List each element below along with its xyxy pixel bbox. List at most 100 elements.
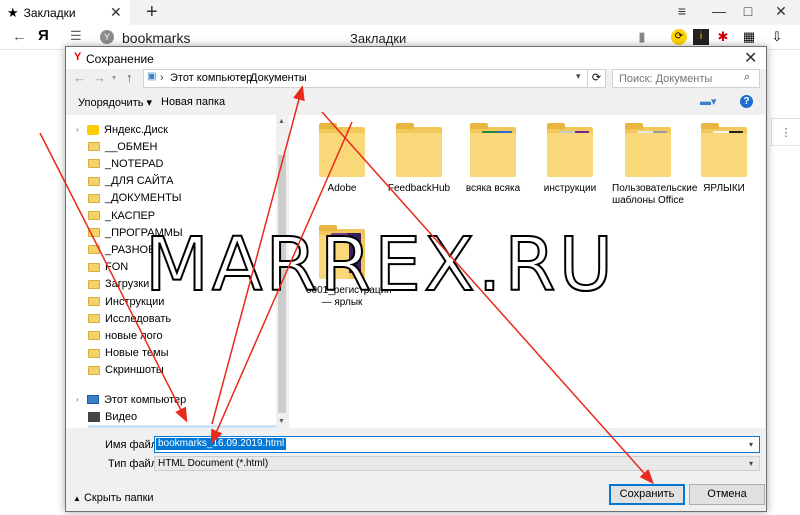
file-item[interactable]: FeedbackHub (383, 123, 455, 195)
search-input[interactable] (612, 69, 760, 88)
file-name: Adobe (327, 183, 357, 194)
page-side-button[interactable]: ⋮ (771, 118, 800, 146)
file-name: Пользовательские шаблоны Office (612, 183, 698, 206)
hide-folders-toggle[interactable]: ▲ Скрыть папки (73, 492, 154, 504)
filetype-select[interactable]: HTML Document (*.html) (154, 456, 760, 471)
tree-item-label: _ДЛЯ САЙТА (105, 175, 174, 188)
tree-item[interactable]: _ДЛЯ САЙТА (88, 173, 276, 190)
browser-tab[interactable]: ★ Закладки ✕ (0, 0, 130, 25)
tree-item[interactable]: › Яндекс.Диск (76, 121, 276, 138)
page-title: Закладки (350, 31, 407, 46)
tree-item[interactable]: Скриншоты (88, 362, 276, 379)
tree-item-label: Видео (105, 410, 138, 423)
computer-icon (87, 395, 99, 404)
folder-icon (88, 176, 100, 186)
chevron-down-icon[interactable]: ▾ (576, 71, 581, 82)
download-icon[interactable]: ⇩ (769, 29, 785, 45)
tree-item[interactable]: › Этот компьютер (76, 391, 276, 408)
folder-icon (88, 228, 100, 238)
tree-item[interactable]: Документы (88, 425, 276, 428)
dialog-close-icon[interactable]: ✕ (744, 48, 757, 68)
tree-item-label: Новые темы (105, 347, 169, 360)
folder-icon (88, 314, 100, 324)
folder-icon (88, 211, 100, 220)
pc-icon: ▣ (147, 71, 157, 82)
scroll-down-icon[interactable]: ▼ (278, 418, 285, 425)
star-icon: ★ (7, 4, 19, 20)
tree-item[interactable]: Исследовать (88, 310, 276, 327)
yandex-logo[interactable]: Я (38, 27, 49, 44)
back-arrow-icon[interactable]: ← (73, 70, 86, 85)
menu-icon[interactable]: ≡ (667, 0, 697, 22)
tab-close-icon[interactable]: ✕ (110, 4, 122, 21)
file-item[interactable]: всяка всяка (457, 123, 529, 195)
maximize-button[interactable]: □ (733, 0, 763, 22)
address-input[interactable]: bookmarks (122, 30, 190, 46)
divider (770, 145, 800, 146)
search-icon[interactable]: ⌕ (744, 71, 750, 84)
downloads-icon[interactable]: ☰ (70, 28, 82, 44)
scroll-up-icon[interactable]: ▲ (278, 118, 285, 125)
file-item[interactable]: инструкции (534, 123, 606, 195)
expand-icon[interactable]: › (76, 125, 84, 134)
organize-menu[interactable]: Упорядочить ▾ (78, 96, 152, 109)
tree-item-label: Яндекс.Диск (104, 123, 168, 136)
breadcrumb-separator: › (240, 72, 244, 84)
tree-item-label: Скриншоты (105, 364, 164, 377)
forward-arrow-icon[interactable]: → (93, 70, 106, 85)
help-icon[interactable]: ? (740, 95, 753, 108)
cloud-disk-icon (87, 124, 99, 135)
bookmark-flag-icon[interactable]: ▮ (634, 29, 650, 45)
folder-icon (88, 279, 100, 289)
extensions-icon[interactable]: ▦ (741, 29, 757, 45)
minimize-button[interactable]: — (704, 0, 734, 22)
tree-item-label: _КАСПЕР (105, 209, 156, 222)
file-name: инструкции (543, 183, 597, 194)
filename-value[interactable]: bookmarks_16.09.2019.html (156, 438, 287, 450)
folder-icon (88, 159, 100, 169)
new-tab-button[interactable]: + (146, 0, 158, 24)
back-arrow-icon[interactable]: ← (12, 28, 27, 45)
tree-item[interactable]: __ОБМЕН (88, 138, 276, 155)
extension-icon[interactable]: i (693, 29, 709, 45)
tree-item-label: новые лого (105, 329, 163, 342)
new-folder-button[interactable]: Новая папка (161, 96, 225, 108)
tree-item-label: Загрузки (105, 278, 150, 291)
ladybug-icon[interactable]: ✱ (715, 29, 731, 45)
chevron-down-icon[interactable]: ▾ (749, 459, 753, 468)
site-info-icon[interactable]: Y (100, 30, 114, 44)
breadcrumb-item[interactable]: Документы (250, 72, 307, 84)
recent-dropdown-icon[interactable]: ▾ (112, 73, 116, 82)
dialog-title: Сохранение (86, 52, 154, 66)
save-button[interactable]: Сохранить (609, 484, 685, 505)
folder-icon (319, 123, 365, 177)
expand-icon[interactable]: › (76, 395, 84, 404)
extension-icon[interactable]: ⟳ (671, 29, 687, 45)
file-name: ЯРЛЫКИ (703, 183, 745, 194)
chevron-down-icon[interactable]: ▾ (749, 440, 753, 449)
tree-item[interactable]: Новые темы (88, 345, 276, 362)
tree-item[interactable]: _NOTEPAD (88, 155, 276, 172)
watermark: MARREX.RU (144, 221, 616, 309)
file-item[interactable]: Adobe (306, 123, 378, 195)
tree-item[interactable]: Видео (88, 408, 276, 425)
folder-icon (88, 245, 100, 255)
tree-item-label: _NOTEPAD (105, 157, 164, 170)
refresh-icon[interactable]: ⟳ (588, 69, 606, 88)
view-options-icon[interactable]: ▬▾ (700, 95, 717, 108)
chevron-up-icon: ▲ (73, 494, 81, 503)
folder-icon (88, 142, 100, 152)
folder-icon (88, 193, 100, 203)
file-item[interactable]: ЯРЛЫКИ (688, 123, 760, 195)
folder-icon (625, 123, 671, 177)
file-name: всяка всяка (465, 183, 521, 194)
folder-icon (88, 297, 100, 306)
close-window-button[interactable]: ✕ (766, 0, 796, 22)
yandex-browser-icon: Y (74, 51, 82, 63)
tree-item-label: Этот компьютер (104, 393, 187, 406)
cancel-button[interactable]: Отмена (689, 484, 765, 505)
tree-item[interactable]: новые лого (88, 327, 276, 344)
tree-item[interactable]: _ДОКУМЕНТЫ (88, 190, 276, 207)
up-arrow-icon[interactable]: ↑ (126, 70, 133, 85)
file-item[interactable]: Пользовательские шаблоны Office (612, 123, 698, 207)
